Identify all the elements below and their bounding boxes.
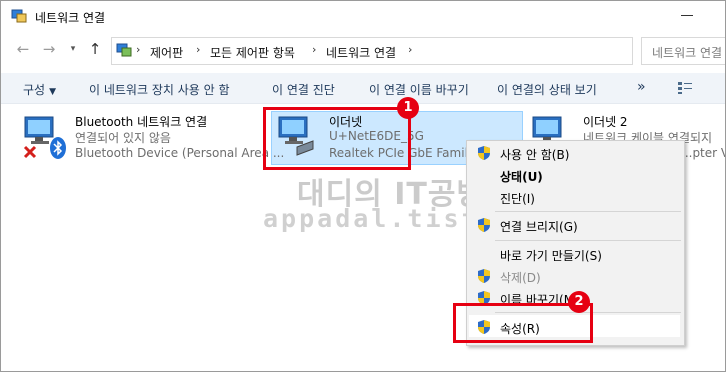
menu-item-delete[interactable]: 삭제(D) [500,269,541,286]
up-arrow-icon[interactable]: ↑ [85,39,105,59]
organize-button[interactable]: 구성 ▼ [23,81,56,98]
breadcrumb-all-items[interactable]: 모든 제어판 항목 [210,44,295,61]
window-title: 네트워크 연결 [35,11,106,25]
view-status-button[interactable]: 이 연결의 상태 보기 [497,81,597,98]
menu-item-diagnose[interactable]: 진단(I) [500,190,535,207]
address-bar[interactable]: › 제어판 › 모든 제어판 항목 › 네트워크 연결 › ▾ ↻ [111,37,725,65]
recent-dropdown-icon[interactable]: ▾ [63,39,83,59]
menu-separator [495,211,681,212]
bluetooth-icon [50,137,66,159]
diagnose-connection-button[interactable]: 이 연결 진단 [272,81,335,98]
breadcrumb-separator-icon: › [312,43,317,56]
adapter-name: Bluetooth 네트워크 연결 [75,115,208,129]
disable-device-button[interactable]: 이 네트워크 장치 사용 안 함 [89,81,230,98]
menu-item-status[interactable]: 상태(U) [500,168,543,185]
forward-arrow-icon[interactable]: → [39,39,59,59]
control-panel-icon [116,43,132,57]
rename-connection-button[interactable]: 이 연결 이름 바꾸기 [369,81,469,98]
adapter-name: 이더넷 2 [583,115,628,129]
shield-icon [478,146,490,160]
breadcrumb-network-connections[interactable]: 네트워크 연결 [326,44,396,61]
adapter-device: Bluetooth Device (Personal Area ... [75,146,285,160]
back-arrow-icon[interactable]: ← [13,39,33,59]
command-bar: 구성 ▼ 이 네트워크 장치 사용 안 함 이 연결 진단 이 연결 이름 바꾸기… [1,73,725,104]
adapter-device: ...pter V9 [681,146,725,160]
network-connections-icon [11,9,27,23]
shield-icon [478,269,490,283]
menu-item-disable[interactable]: 사용 안 함(B) [500,146,569,163]
annotation-badge: 2 [568,291,590,313]
organize-label: 구성 [23,83,46,97]
search-placeholder: 네트워크 연결 [652,46,723,60]
title-bar: 네트워크 연결 [1,1,725,33]
shield-icon [478,218,490,232]
more-commands-button[interactable]: » [637,79,646,95]
search-input[interactable]: 네트워크 연결 [641,37,725,65]
annotation-badge: 1 [397,97,419,119]
breadcrumb-separator-icon: › [408,43,413,56]
menu-item-shortcut[interactable]: 바로 가기 만들기(S) [500,247,602,264]
breadcrumb-control-panel[interactable]: 제어판 [150,44,183,61]
annotation-highlight-box [263,107,411,170]
breadcrumb-separator-icon: › [196,43,201,56]
disconnected-x-icon [23,145,37,159]
menu-separator [495,240,681,241]
menu-item-bridge[interactable]: 연결 브리지(G) [500,218,578,235]
view-options-icon[interactable] [677,81,693,95]
chevron-down-icon: ▼ [49,87,57,97]
network-connections-window: 네트워크 연결 ← → ▾ ↑ › 제어판 › 모든 제어판 항목 › 네트워크… [0,0,726,372]
adapter-status: 연결되어 있지 않음 [75,131,171,145]
breadcrumb-separator-icon: › [136,43,141,56]
minimize-button[interactable] [681,15,693,16]
